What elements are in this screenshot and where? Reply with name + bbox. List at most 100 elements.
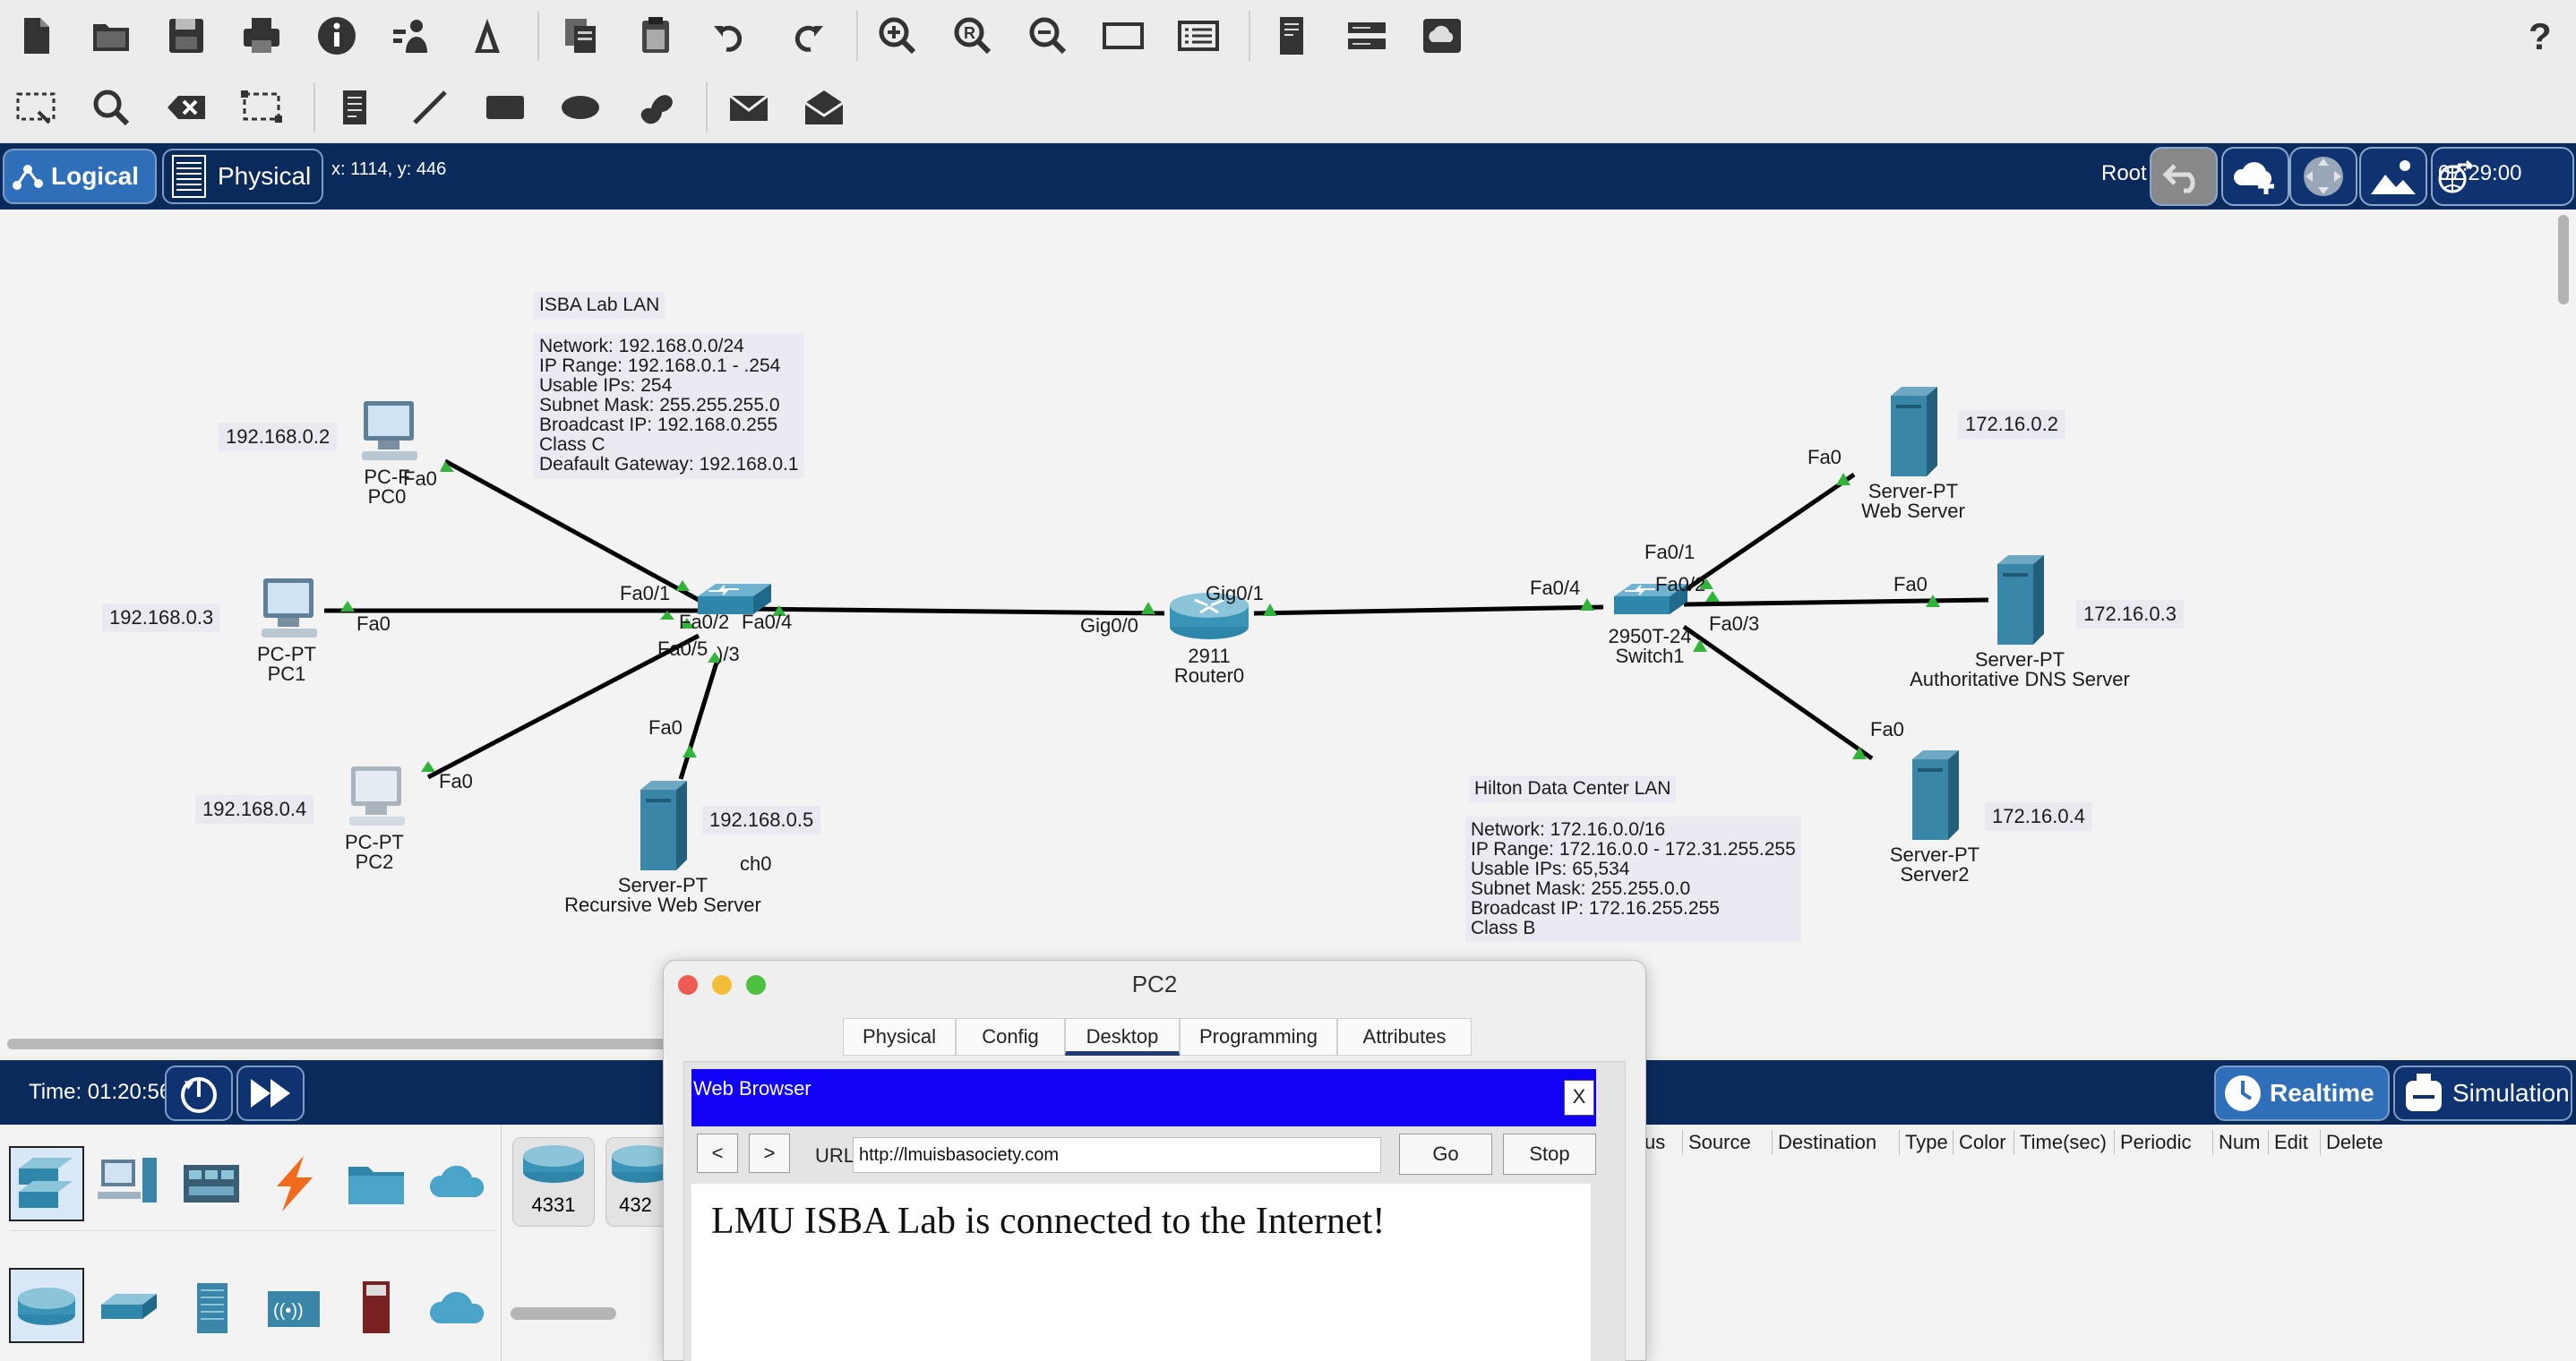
- logical-view-button[interactable]: Logical: [3, 149, 157, 204]
- freeform-icon[interactable]: [629, 81, 683, 134]
- undo-icon[interactable]: [704, 9, 758, 63]
- lan1-info-line: Usable IPs: 254: [539, 375, 673, 396]
- physical-view-button[interactable]: Physical: [162, 149, 323, 204]
- new-cluster-button[interactable]: [2221, 147, 2289, 206]
- pdu-col-time[interactable]: Time(sec): [2014, 1130, 2112, 1155]
- router-model-4331[interactable]: 4331: [512, 1137, 595, 1227]
- zoom-reset-icon[interactable]: R: [946, 9, 1000, 63]
- svg-text:((•)): ((•)): [273, 1301, 304, 1321]
- pc0-device[interactable]: PC-F PC0: [340, 399, 434, 507]
- wan-emulation-subcategory[interactable]: [421, 1273, 496, 1341]
- palette-icon[interactable]: [1096, 9, 1150, 63]
- simulation-mode-button[interactable]: Simulation: [2393, 1066, 2572, 1121]
- url-input[interactable]: [853, 1137, 1381, 1173]
- open-folder-icon[interactable]: [84, 9, 138, 63]
- viewport-icon[interactable]: [1172, 9, 1225, 63]
- model-scrollbar[interactable]: [511, 1307, 616, 1320]
- router0-name: Router0: [1173, 664, 1245, 687]
- realtime-mode-button[interactable]: Realtime: [2214, 1066, 2390, 1121]
- hub-icon: [197, 1283, 228, 1333]
- pc1-device[interactable]: PC-PT PC1: [240, 577, 333, 684]
- print-icon[interactable]: [235, 9, 288, 63]
- back-button[interactable]: [2150, 147, 2218, 206]
- complex-pdu-icon[interactable]: [797, 81, 851, 134]
- browser-close-button[interactable]: X: [1564, 1080, 1594, 1116]
- redo-icon[interactable]: [779, 9, 833, 63]
- copy-icon[interactable]: [554, 9, 607, 63]
- help-icon[interactable]: ?: [2513, 9, 2567, 63]
- multiuser-category[interactable]: [421, 1146, 496, 1221]
- network-devices-category[interactable]: [9, 1146, 84, 1221]
- tab-programming[interactable]: Programming: [1180, 1018, 1337, 1056]
- router-model-4321[interactable]: 432: [605, 1137, 665, 1227]
- cloud-manager-icon[interactable]: [1415, 9, 1469, 63]
- connections-category[interactable]: [256, 1146, 331, 1221]
- pdu-col-type[interactable]: Type: [1899, 1130, 1953, 1155]
- pdu-col-color[interactable]: Color: [1953, 1130, 2012, 1155]
- browser-forward-button[interactable]: >: [749, 1134, 790, 1173]
- set-background-button[interactable]: [2359, 147, 2427, 206]
- recursive-web-server-device[interactable]: Server-PT Recursive Web Server: [555, 779, 770, 915]
- device-template-icon[interactable]: [1340, 9, 1394, 63]
- end-devices-category[interactable]: [90, 1146, 165, 1221]
- zoom-out-icon[interactable]: [1021, 9, 1075, 63]
- routers-subcategory[interactable]: [9, 1268, 84, 1343]
- tab-desktop[interactable]: Desktop: [1065, 1018, 1180, 1056]
- paste-icon[interactable]: [629, 9, 683, 63]
- router-icon: [18, 1288, 75, 1325]
- new-file-icon[interactable]: [9, 9, 63, 63]
- pc-icon: [362, 401, 417, 460]
- pdu-col-edit[interactable]: Edit: [2268, 1130, 2314, 1155]
- switches-subcategory[interactable]: [91, 1273, 167, 1341]
- tab-attributes[interactable]: Attributes: [1337, 1018, 1472, 1056]
- dns-server-device[interactable]: Server-PT Authoritative DNS Server: [1899, 553, 2141, 689]
- port-label: Fa0/5: [657, 638, 708, 660]
- cloud-icon: [429, 1165, 485, 1197]
- vertical-scrollbar[interactable]: [2558, 215, 2569, 304]
- line-icon[interactable]: [403, 81, 457, 134]
- zoom-in-icon[interactable]: [871, 9, 924, 63]
- delete-icon[interactable]: [159, 81, 213, 134]
- inspect-icon[interactable]: [84, 81, 138, 134]
- maximize-window-button[interactable]: [746, 975, 766, 995]
- hubs-subcategory[interactable]: [174, 1273, 249, 1341]
- close-window-button[interactable]: [678, 975, 698, 995]
- info-icon[interactable]: [310, 9, 364, 63]
- wireless-subcategory[interactable]: ((•)): [256, 1273, 331, 1341]
- move-object-button[interactable]: [2289, 147, 2357, 206]
- components-category[interactable]: [174, 1146, 249, 1221]
- select-tool-icon[interactable]: [9, 81, 63, 134]
- custom-device-icon[interactable]: [460, 9, 514, 63]
- miscellaneous-category[interactable]: [339, 1146, 414, 1221]
- resize-shape-icon[interactable]: [235, 81, 288, 134]
- web-server-device[interactable]: Server-PT Web Server: [1849, 385, 1978, 521]
- pc2-device[interactable]: PC-PT PC2: [328, 765, 421, 872]
- device-list-icon[interactable]: [1265, 9, 1318, 63]
- security-subcategory[interactable]: [339, 1273, 414, 1341]
- rectangle-icon[interactable]: [478, 81, 532, 134]
- pdu-col-delete[interactable]: Delete: [2320, 1130, 2389, 1155]
- note-icon[interactable]: [328, 81, 382, 134]
- minimize-window-button[interactable]: [712, 975, 732, 995]
- go-button[interactable]: Go: [1399, 1134, 1492, 1175]
- router-icon: [523, 1145, 584, 1183]
- activity-wizard-icon[interactable]: [385, 9, 439, 63]
- pdu-col-source[interactable]: Source: [1682, 1130, 1756, 1155]
- save-icon[interactable]: [159, 9, 213, 63]
- stop-button[interactable]: Stop: [1503, 1134, 1596, 1175]
- ellipse-icon[interactable]: [554, 81, 607, 134]
- simple-pdu-icon[interactable]: [722, 81, 776, 134]
- pdu-col-periodic[interactable]: Periodic: [2114, 1130, 2196, 1155]
- power-cycle-button[interactable]: [165, 1066, 233, 1121]
- pdu-col-num[interactable]: Num: [2212, 1130, 2265, 1155]
- tab-physical[interactable]: Physical: [843, 1018, 956, 1056]
- pc-icon: [349, 766, 405, 826]
- tab-config[interactable]: Config: [956, 1018, 1065, 1056]
- port-label: Fa0: [648, 716, 683, 739]
- logical-workspace[interactable]: ISBA Lab LAN Network: 192.168.0.0/24 IP …: [0, 210, 2576, 1056]
- browser-back-button[interactable]: <: [697, 1134, 738, 1173]
- pdu-col-destination[interactable]: Destination: [1772, 1130, 1882, 1155]
- server2-device[interactable]: Server-PT Server2: [1881, 749, 1988, 885]
- fast-forward-button[interactable]: [236, 1066, 305, 1121]
- physical-icon: [172, 155, 206, 198]
